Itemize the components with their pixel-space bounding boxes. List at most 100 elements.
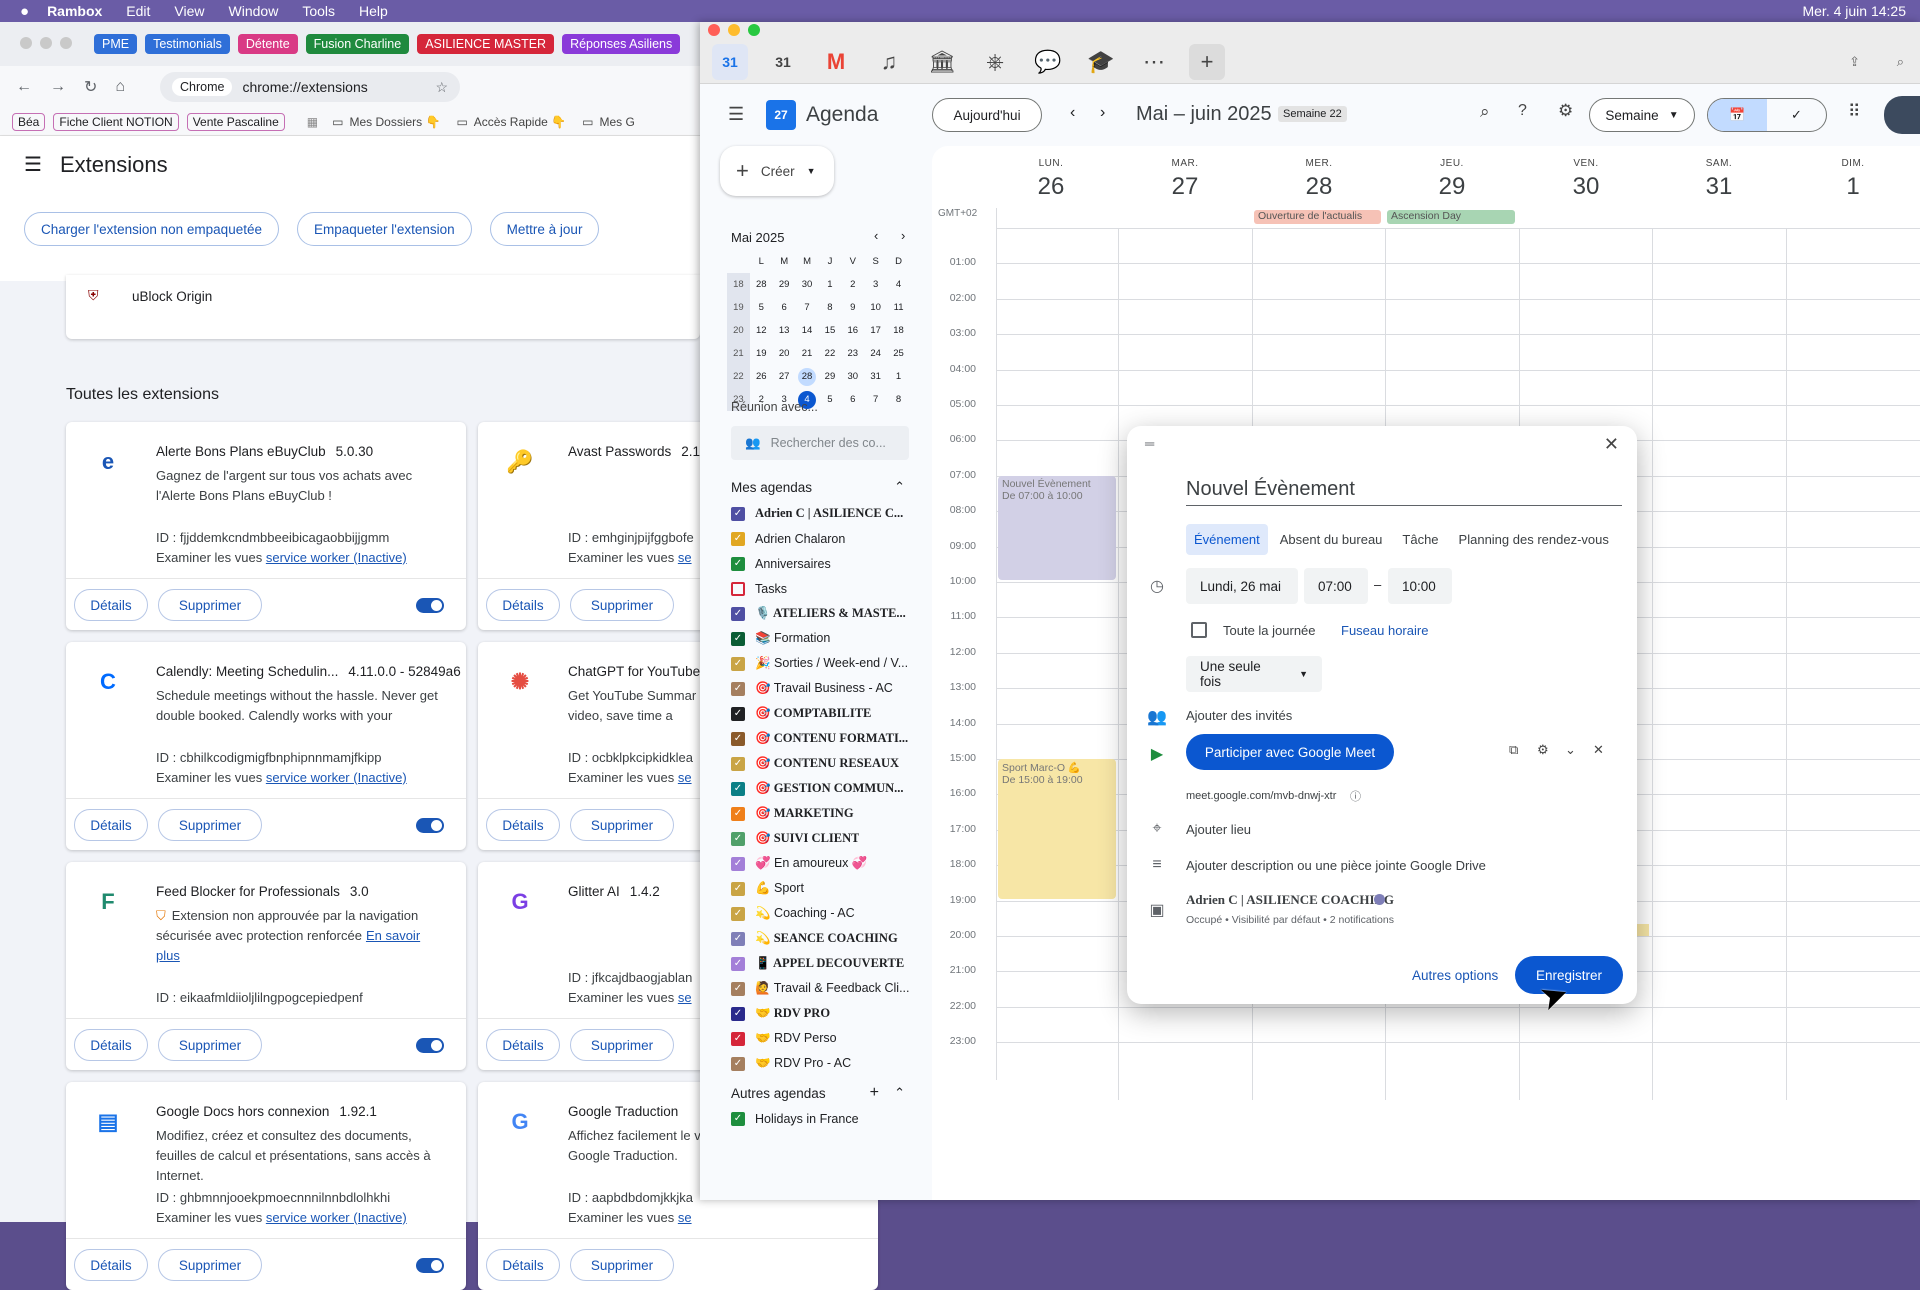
collapse-icon[interactable]: ⌃ — [894, 479, 905, 495]
calendar-checkbox[interactable]: ✓ — [731, 631, 745, 646]
mini-day[interactable]: 29 — [773, 273, 796, 296]
calendar-checkbox[interactable]: ✓ — [731, 606, 745, 621]
forward-icon[interactable]: → — [50, 78, 66, 96]
tab-group[interactable]: Réponses Asiliens — [562, 34, 681, 54]
calendar-item[interactable]: ✓ 💞 En amoureux 💞 — [731, 851, 911, 876]
details-button[interactable]: Détails — [486, 1029, 560, 1061]
calendar-checkbox[interactable]: ✓ — [731, 856, 745, 871]
meet-settings-icon[interactable]: ⚙ — [1537, 742, 1549, 758]
service-worker-link[interactable]: se — [678, 550, 692, 565]
calendar-item[interactable]: ✓ Adrien Chalaron — [731, 526, 911, 551]
day-header[interactable]: MER. 28 — [1252, 158, 1386, 201]
bookmark-star-icon[interactable]: ☆ — [435, 79, 448, 96]
calendar-item[interactable]: Tasks — [731, 576, 911, 601]
mini-day[interactable]: 30 — [796, 273, 819, 296]
help-icon[interactable]: ? — [1518, 102, 1527, 120]
calendar-item[interactable]: ✓ 💫 SEANCE COACHING — [731, 926, 911, 951]
event-block[interactable]: Nouvel Évènement De 07:00 à 10:00 — [998, 475, 1116, 580]
mini-week-number[interactable]: 22 — [727, 365, 750, 388]
calendar-item[interactable]: ✓ 🙋 Travail & Feedback Cli... — [731, 976, 911, 1001]
pack-extension-button[interactable]: Empaqueter l'extension — [296, 212, 472, 246]
tasks-view-icon[interactable]: ✓ — [1767, 107, 1826, 123]
all-day-event[interactable]: Ouverture de l'actualis — [1254, 210, 1381, 224]
add-location-field[interactable]: Ajouter lieu — [1186, 822, 1251, 837]
calendar-checkbox[interactable]: ✓ — [731, 931, 745, 946]
window-controls[interactable] — [708, 23, 768, 39]
join-meet-button[interactable]: Participer avec Google Meet — [1186, 734, 1394, 770]
date-field[interactable]: Lundi, 26 mai — [1186, 568, 1298, 604]
mini-week-number[interactable]: 21 — [727, 342, 750, 365]
mini-day[interactable]: 13 — [773, 319, 796, 342]
calendar-item[interactable]: ✓ Anniversaires — [731, 551, 911, 576]
day-number[interactable]: 26 — [984, 173, 1118, 201]
apps-icon[interactable]: ⠿ — [1848, 102, 1860, 122]
mini-day[interactable]: 30 — [841, 365, 864, 388]
load-unpacked-button[interactable]: Charger l'extension non empaquetée — [24, 212, 279, 246]
start-time-field[interactable]: 07:00 — [1304, 568, 1368, 604]
rambox-search-icon[interactable]: ⌕ — [1897, 54, 1904, 70]
service-worker-link[interactable]: service worker (Inactive) — [266, 770, 407, 785]
event-type-tab[interactable]: Absent du bureau — [1272, 524, 1391, 555]
calendar-item[interactable]: ✓ 🎯 Travail Business - AC — [731, 676, 911, 701]
tab-group[interactable]: Fusion Charline — [305, 34, 410, 54]
mini-day[interactable]: 21 — [796, 342, 819, 365]
calendar-checkbox[interactable]: ✓ — [731, 906, 745, 921]
calendar-item[interactable]: ✓ 🎯 CONTENU RESEAUX — [731, 751, 911, 776]
today-button[interactable]: Aujourd'hui — [932, 98, 1042, 132]
event-calendar-name[interactable]: Adrien C | ASILIENCE COACHING — [1186, 892, 1394, 908]
account-avatar[interactable] — [1884, 96, 1920, 134]
mini-day[interactable]: 23 — [841, 342, 864, 365]
event-block[interactable]: Sport Marc-O 💪 De 15:00 à 19:00 — [998, 759, 1116, 899]
calendar-checkbox[interactable]: ✓ — [731, 681, 745, 696]
calendar-item[interactable]: ✓ 💫 Coaching - AC — [731, 901, 911, 926]
details-button[interactable]: Détails — [486, 1249, 560, 1281]
mini-day[interactable]: 3 — [864, 273, 887, 296]
mini-day[interactable]: 28 — [796, 365, 819, 388]
apps-grid-icon[interactable]: ▦ — [307, 115, 318, 129]
mini-day[interactable]: 27 — [773, 365, 796, 388]
save-button[interactable]: Enregistrer — [1515, 956, 1623, 994]
prev-week-icon[interactable]: ‹ — [1070, 104, 1075, 122]
day-header[interactable]: DIM. 1 — [1786, 158, 1920, 201]
details-button[interactable]: Détails — [74, 589, 148, 621]
timezone-link[interactable]: Fuseau horaire — [1341, 623, 1428, 638]
calendar-checkbox[interactable]: ✓ — [731, 781, 745, 796]
remove-button[interactable]: Supprimer — [570, 809, 674, 841]
service-worker-link[interactable]: se — [678, 990, 692, 1005]
mini-day[interactable]: 9 — [841, 296, 864, 319]
bookmark-folder[interactable]: ▭ Mes G — [582, 115, 635, 129]
day-header[interactable]: SAM. 31 — [1652, 158, 1786, 201]
calendar-checkbox[interactable]: ✓ — [731, 1006, 745, 1021]
add-description-field[interactable]: Ajouter description ou une pièce jointe … — [1186, 858, 1486, 873]
calendar-checkbox[interactable]: ✓ — [731, 981, 745, 996]
home-icon[interactable]: ⌂ — [115, 78, 125, 96]
mini-day[interactable]: 15 — [819, 319, 842, 342]
calendar-view-icon[interactable]: 📅 — [1708, 99, 1767, 131]
event-type-tab[interactable]: Tâche — [1394, 524, 1446, 555]
mini-day[interactable]: 18 — [887, 319, 910, 342]
calendar-item[interactable]: ✓ 🎯 CONTENU FORMATI... — [731, 726, 911, 751]
calendar-checkbox[interactable]: ✓ — [731, 706, 745, 721]
mini-day[interactable]: 14 — [796, 319, 819, 342]
pinned-extension[interactable]: ⛨ uBlock Origin — [66, 275, 700, 339]
mini-day[interactable]: 1 — [887, 365, 910, 388]
all-day-checkbox[interactable] — [1191, 622, 1207, 638]
calendar-checkbox[interactable]: ✓ — [731, 1031, 745, 1046]
calendar-checkbox[interactable]: ✓ — [731, 731, 745, 746]
enable-toggle[interactable] — [416, 1258, 444, 1273]
menubar-clock[interactable]: Mer. 4 juin 14:25 — [1802, 3, 1906, 19]
share-icon[interactable]: ⇪ — [1849, 54, 1860, 70]
calendar-item[interactable]: ✓ 🎯 GESTION COMMUN... — [731, 776, 911, 801]
bookmark-chip[interactable]: Fiche Client NOTION — [53, 112, 179, 131]
day-number[interactable]: 31 — [1652, 173, 1786, 201]
calendar-item[interactable]: ✓ 🎉 Sorties / Week-end / V... — [731, 651, 911, 676]
calendar-item[interactable]: ✓ 🤝 RDV Pro - AC — [731, 1051, 911, 1076]
calendar-checkbox[interactable]: ✓ — [731, 831, 745, 846]
menu-item[interactable]: Tools — [302, 3, 335, 19]
main-menu-icon[interactable]: ☰ — [728, 104, 744, 125]
calendar-item[interactable]: ✓ Adrien C | ASILIENCE C... — [731, 501, 911, 526]
remove-button[interactable]: Supprimer — [158, 809, 262, 841]
remove-button[interactable]: Supprimer — [158, 589, 262, 621]
mini-day[interactable]: 29 — [819, 365, 842, 388]
reload-icon[interactable]: ↻ — [84, 77, 97, 97]
